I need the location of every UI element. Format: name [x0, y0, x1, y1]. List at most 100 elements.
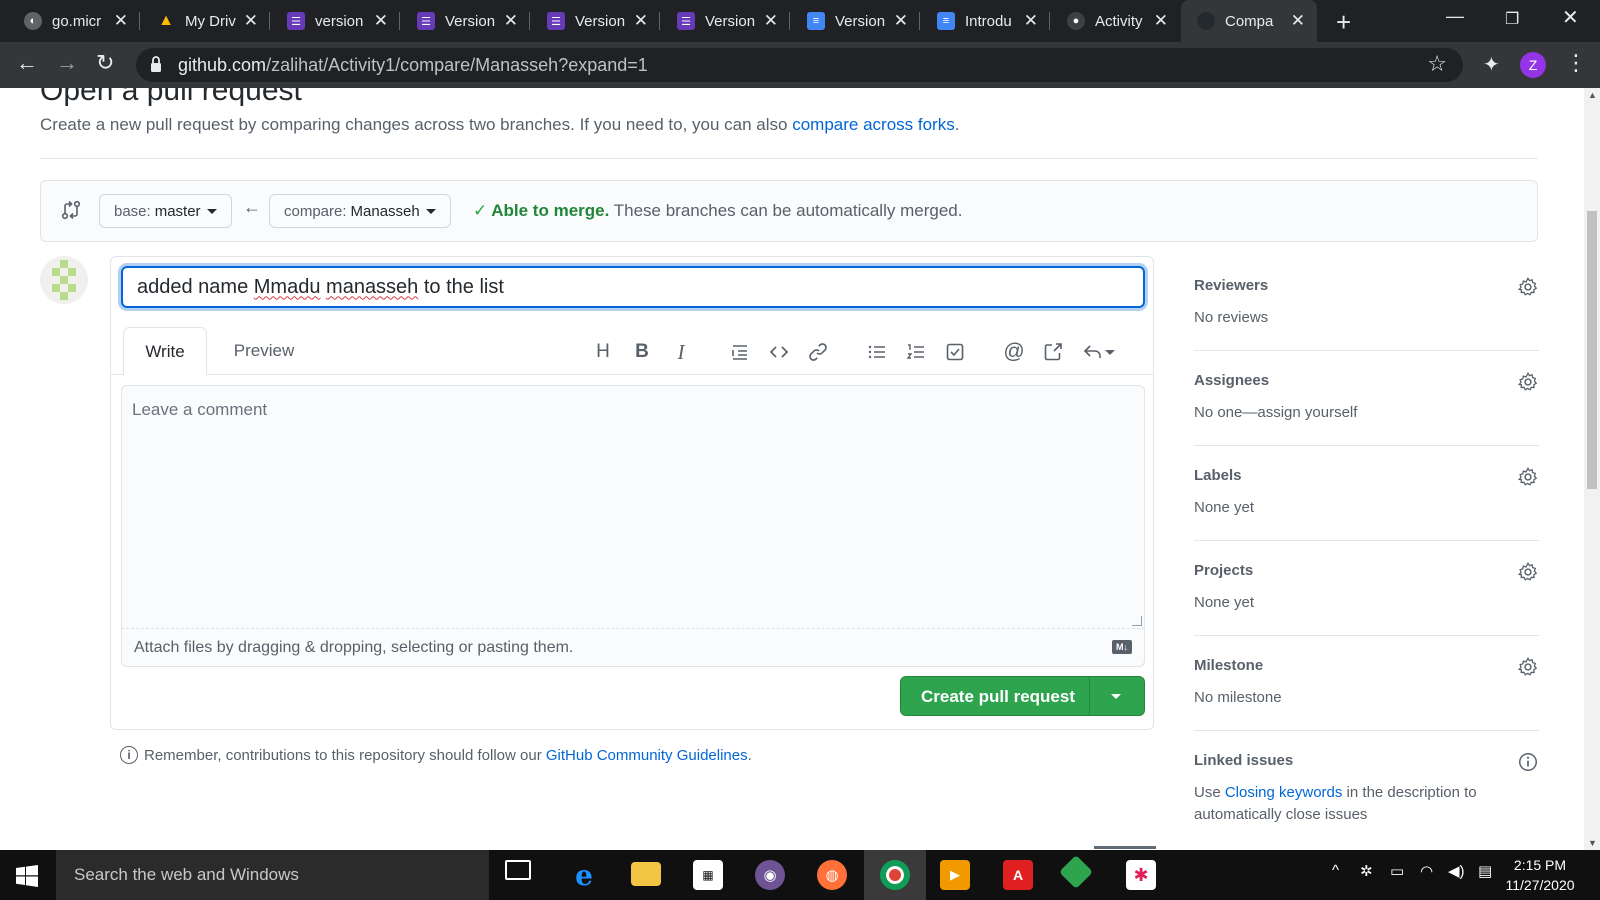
compare-branch-select[interactable]: compare: Manasseh — [269, 194, 451, 228]
edge-icon[interactable]: e — [569, 859, 599, 892]
close-icon[interactable]: ✕ — [634, 11, 648, 31]
battery-icon[interactable]: ▭ — [1390, 862, 1404, 880]
resize-grip-icon[interactable] — [1132, 616, 1142, 626]
sidebar-heading[interactable]: Milestone — [1194, 657, 1263, 674]
menu-kebab-icon[interactable]: ⋮ — [1565, 50, 1587, 76]
page-title: Open a pull request — [40, 88, 302, 107]
sidebar-heading[interactable]: Projects — [1194, 562, 1253, 579]
browser-tab-title: go.micr — [52, 12, 102, 30]
avatar[interactable] — [40, 256, 88, 304]
close-icon[interactable]: ✕ — [1024, 11, 1038, 31]
browser-tab[interactable]: ● Activity ✕ — [1051, 0, 1180, 42]
store-icon[interactable]: ▦ — [693, 860, 723, 890]
tray-chevron-icon[interactable]: ^ — [1332, 862, 1339, 879]
github-desktop-icon[interactable]: ◉ — [755, 860, 785, 890]
markdown-icon[interactable]: M↓ — [1112, 640, 1132, 654]
bold-icon[interactable]: B — [630, 340, 654, 364]
minimize-icon[interactable]: — — [1446, 6, 1464, 27]
close-icon[interactable]: ✕ — [1291, 11, 1305, 31]
close-icon[interactable]: ✕ — [1154, 11, 1168, 31]
task-list-icon[interactable] — [943, 340, 967, 364]
volume-icon[interactable]: ◀) — [1448, 862, 1465, 880]
notifications-icon[interactable]: ▤ — [1478, 862, 1492, 880]
file-explorer-icon[interactable] — [631, 862, 661, 886]
reload-icon[interactable]: ↻ — [96, 50, 114, 76]
sidebar-heading[interactable]: Labels — [1194, 467, 1242, 484]
subtitle-text: Create a new pull request by comparing c… — [40, 115, 793, 134]
tab-write[interactable]: Write — [123, 327, 207, 376]
wifi-icon[interactable]: ◠ — [1420, 862, 1433, 880]
sidebar-heading[interactable]: Reviewers — [1194, 277, 1268, 294]
browser-tab[interactable]: ☰ Version ✕ — [531, 0, 660, 42]
create-pull-request-button[interactable]: Create pull request — [900, 676, 1145, 716]
sidebar-value[interactable]: No one—assign yourself — [1194, 404, 1357, 421]
page-scrollbar[interactable]: ▲ ▼ — [1584, 88, 1600, 850]
tab-preview[interactable]: Preview — [217, 327, 311, 375]
forward-icon[interactable]: → — [56, 50, 78, 76]
extensions-icon[interactable]: ✦ — [1483, 52, 1500, 77]
browser-tab-title: Version — [575, 12, 626, 30]
close-icon[interactable]: ✕ — [764, 11, 778, 31]
sidebar-heading[interactable]: Assignees — [1194, 372, 1269, 389]
window-close-icon[interactable]: ✕ — [1562, 5, 1579, 30]
close-icon[interactable]: ✕ — [374, 11, 388, 31]
media-player-icon[interactable]: ▶ — [940, 860, 970, 890]
browser-tab-active[interactable]: Compa ✕ — [1181, 0, 1317, 42]
network-status-icon[interactable]: ✲ — [1360, 862, 1373, 880]
google-drive-icon: ▲ — [158, 12, 174, 29]
scrollbar-thumb[interactable] — [1587, 211, 1597, 489]
saved-replies-icon[interactable] — [1081, 340, 1117, 364]
browser-tab[interactable]: ▲ My Driv ✕ — [141, 0, 270, 42]
numbered-list-icon[interactable] — [904, 340, 928, 364]
gear-icon[interactable] — [1517, 466, 1539, 488]
back-icon[interactable]: ← — [16, 50, 38, 76]
gear-icon[interactable] — [1517, 276, 1539, 298]
link-icon[interactable] — [806, 340, 830, 364]
bookmark-star-icon[interactable]: ☆ — [1427, 51, 1447, 77]
scroll-down-icon[interactable]: ▼ — [1588, 838, 1597, 848]
bulleted-list-icon[interactable] — [865, 340, 889, 364]
close-icon[interactable]: ✕ — [504, 11, 518, 31]
italic-icon[interactable]: I — [669, 340, 693, 364]
scroll-up-icon[interactable]: ▲ — [1588, 90, 1597, 100]
browser-tab[interactable]: ≡ Introdu ✕ — [921, 0, 1050, 42]
gear-icon[interactable] — [1517, 656, 1539, 678]
close-icon[interactable]: ✕ — [114, 11, 128, 31]
quote-icon[interactable] — [728, 340, 752, 364]
browser-tab[interactable]: ≡ Version ✕ — [791, 0, 920, 42]
forms-icon: ☰ — [287, 12, 305, 30]
acrobat-icon[interactable]: A — [1003, 860, 1033, 890]
heading-icon[interactable]: H — [591, 340, 615, 364]
compare-across-forks-link[interactable]: compare across forks — [792, 115, 955, 134]
close-icon[interactable]: ✕ — [244, 11, 258, 31]
base-branch-select[interactable]: base: master — [99, 194, 232, 228]
browser-tab[interactable]: ◐ go.micr ✕ — [0, 0, 140, 42]
gear-icon[interactable] — [1517, 371, 1539, 393]
firefox-icon[interactable]: ◍ — [817, 860, 847, 890]
pr-title-input[interactable]: added name Mmadu manasseh to the list — [121, 266, 1145, 308]
gear-icon[interactable] — [1517, 561, 1539, 583]
task-view-icon[interactable] — [505, 860, 531, 880]
browser-tab[interactable]: ☰ version ✕ — [271, 0, 400, 42]
file-attachment-bar[interactable]: Attach files by dragging & dropping, sel… — [121, 629, 1145, 667]
caret-down-icon[interactable] — [1111, 694, 1121, 699]
chrome-icon[interactable] — [880, 860, 910, 890]
new-tab-button[interactable]: + — [1336, 7, 1351, 38]
slack-icon[interactable]: ✱ — [1126, 860, 1156, 890]
address-bar[interactable]: github.com/zalihat/Activity1/compare/Man… — [136, 48, 1463, 82]
close-icon[interactable]: ✕ — [894, 11, 908, 31]
community-guidelines-link[interactable]: GitHub Community Guidelines — [546, 747, 748, 764]
profile-avatar[interactable]: Z — [1520, 52, 1546, 78]
browser-tab[interactable]: ☰ Version ✕ — [401, 0, 530, 42]
code-icon[interactable] — [767, 340, 791, 364]
info-icon[interactable] — [1517, 751, 1539, 773]
mention-icon[interactable]: @ — [1002, 340, 1026, 364]
restore-icon[interactable]: ❐ — [1505, 9, 1519, 29]
taskbar-search-box[interactable]: Search the web and Windows — [56, 850, 489, 900]
browser-tab[interactable]: ☰ Version ✕ — [661, 0, 790, 42]
taskbar-clock[interactable]: 2:15 PM 11/27/2020 — [1500, 855, 1580, 895]
cross-reference-icon[interactable] — [1041, 340, 1065, 364]
closing-keywords-link[interactable]: Closing keywords — [1225, 784, 1343, 801]
windows-start-icon[interactable] — [16, 865, 38, 887]
comment-textarea[interactable]: Leave a comment — [121, 385, 1145, 629]
